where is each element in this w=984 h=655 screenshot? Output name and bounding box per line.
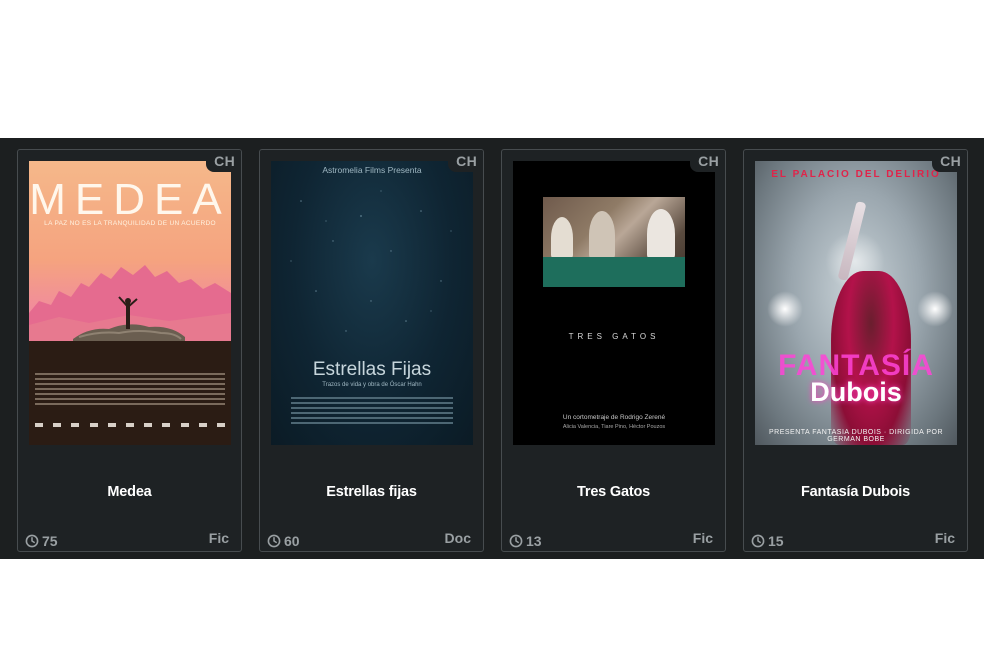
duration-value: 75 <box>42 533 58 549</box>
film-title[interactable]: Estrellas fijas <box>260 484 483 500</box>
poster-tagline: LA PAZ NO ES LA TRANQUILIDAD DE UN ACUER… <box>44 220 216 227</box>
clock-icon <box>751 534 765 548</box>
film-card-tres-gatos[interactable]: TRES GATOS Un cortometraje de Rodrigo Ze… <box>501 149 726 552</box>
film-poster[interactable]: MEDEA LA PAZ NO ES LA TRANQUILIDAD DE UN… <box>29 161 231 445</box>
duration-value: 15 <box>768 533 784 549</box>
country-badge: CH <box>690 150 725 172</box>
country-badge: CH <box>206 150 241 172</box>
genre-label: Fic <box>934 530 955 546</box>
poster-credits-block <box>35 373 225 408</box>
film-duration: 15 <box>751 533 784 549</box>
country-badge: CH <box>932 150 967 172</box>
poster-header: EL PALACIO DEL DELIRIO <box>771 169 941 180</box>
film-duration: 60 <box>267 533 300 549</box>
film-title[interactable]: Medea <box>18 484 241 500</box>
poster-sponsor-logos <box>35 423 225 427</box>
film-duration: 13 <box>509 533 542 549</box>
poster-title: MEDEA <box>29 175 231 224</box>
film-poster[interactable]: TRES GATOS Un cortometraje de Rodrigo Ze… <box>513 161 715 445</box>
genre-label: Doc <box>444 530 471 546</box>
genre-label: Fic <box>208 530 229 546</box>
clock-icon <box>25 534 39 548</box>
film-duration: 75 <box>25 533 58 549</box>
poster-title: TRES GATOS <box>568 332 660 341</box>
genre-label: Fic <box>692 530 713 546</box>
film-strip: MEDEA LA PAZ NO ES LA TRANQUILIDAD DE UN… <box>0 138 984 559</box>
poster-credit-line1: Un cortometraje de Rodrigo Zerené <box>562 414 666 421</box>
poster-title-word2: Dubois <box>810 377 902 407</box>
duration-value: 60 <box>284 533 300 549</box>
film-title[interactable]: Tres Gatos <box>502 484 725 500</box>
poster-credits-block <box>291 397 453 427</box>
poster-light-art <box>767 291 803 327</box>
poster-credit-line2: Alicia Valencia, Tiare Pino, Héctor Pouz… <box>562 424 666 430</box>
film-card-estrellas-fijas[interactable]: Astromelia Films Presenta Estrellas Fija… <box>259 149 484 552</box>
poster-footer: PRESENTA FANTASIA DUBOIS · DIRIGIDA POR … <box>768 429 944 443</box>
duration-value: 13 <box>526 533 542 549</box>
clock-icon <box>267 534 281 548</box>
clock-icon <box>509 534 523 548</box>
film-card-medea[interactable]: MEDEA LA PAZ NO ES LA TRANQUILIDAD DE UN… <box>17 149 242 552</box>
poster-title: Estrellas Fijas <box>312 359 432 380</box>
poster-subtitle: Trazos de vida y obra de Óscar Hahn <box>322 382 422 388</box>
poster-light-art <box>917 291 953 327</box>
film-poster[interactable]: Astromelia Films Presenta Estrellas Fija… <box>271 161 473 445</box>
poster-photo <box>543 197 685 287</box>
film-title[interactable]: Fantasía Dubois <box>744 484 967 500</box>
film-card-fantasia-dubois[interactable]: EL PALACIO DEL DELIRIO FANTASÍA Dubois P… <box>743 149 968 552</box>
country-badge: CH <box>448 150 483 172</box>
film-poster[interactable]: EL PALACIO DEL DELIRIO FANTASÍA Dubois P… <box>755 161 957 445</box>
poster-stars-art <box>290 190 452 332</box>
